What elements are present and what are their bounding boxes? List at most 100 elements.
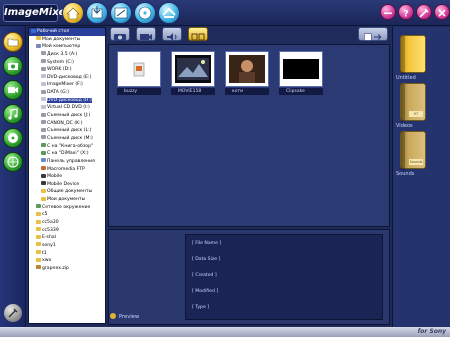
tools-button[interactable] bbox=[416, 4, 432, 20]
tree-item-label: DVD-дисковод (E:) bbox=[47, 74, 92, 80]
music-mode-button[interactable] bbox=[3, 104, 23, 124]
camera-mode-button[interactable] bbox=[3, 56, 23, 76]
zip-icon bbox=[36, 265, 41, 270]
album-untitled[interactable] bbox=[400, 35, 426, 74]
settings-button[interactable] bbox=[4, 304, 22, 322]
tree-item-label: cc5a30 bbox=[42, 220, 59, 226]
disc-icon bbox=[8, 133, 18, 143]
net-icon bbox=[41, 150, 46, 155]
web-icon bbox=[7, 156, 19, 168]
minimize-button[interactable] bbox=[380, 4, 396, 20]
sound-filter-button[interactable] bbox=[162, 27, 182, 41]
tree-item[interactable]: c5 bbox=[29, 211, 105, 219]
preview-icon bbox=[110, 313, 116, 319]
tree-item[interactable]: Mobile bbox=[29, 173, 105, 181]
close-button[interactable] bbox=[434, 4, 450, 20]
thumbnail-item[interactable]: MOVIE158 bbox=[171, 51, 215, 95]
video-filter-button[interactable] bbox=[136, 27, 156, 41]
tree-item[interactable]: Virtual CD DVD (I:) bbox=[29, 104, 105, 112]
thumbnail-grid: buzzy MOVIE158 коти Clipsake bbox=[108, 44, 390, 227]
tree-item[interactable]: grapnex.zip bbox=[29, 265, 105, 273]
tree-item[interactable]: DVD-дисковод (E:) bbox=[29, 74, 105, 82]
folder-tree[interactable]: Рабочий стол Мои документы Мой компьютер Ди… bbox=[28, 27, 106, 324]
thumbnail-item[interactable]: buzzy bbox=[117, 51, 161, 95]
tree-item[interactable]: DATA (G:) bbox=[29, 89, 105, 97]
video-frame-image bbox=[175, 55, 211, 83]
video-mode-button[interactable] bbox=[3, 80, 23, 100]
tree-item[interactable]: sony1 bbox=[29, 242, 105, 250]
computer-icon bbox=[36, 43, 41, 48]
drive-icon bbox=[41, 59, 46, 64]
photo-filter-button[interactable] bbox=[110, 27, 130, 41]
drive-icon bbox=[41, 127, 46, 132]
tree-item[interactable]: Рабочий стол bbox=[29, 28, 105, 36]
thumbnail-item[interactable]: коти bbox=[225, 51, 269, 95]
desktop-icon bbox=[31, 28, 36, 33]
tree-item[interactable]: cc5a30 bbox=[29, 219, 105, 227]
tree-item[interactable]: ImageMixer (F:) bbox=[29, 81, 105, 89]
tree-item[interactable]: t1 bbox=[29, 250, 105, 258]
music-icon bbox=[8, 108, 18, 120]
thumbnail-item[interactable]: Clipsake bbox=[279, 51, 323, 95]
disc-button[interactable] bbox=[134, 2, 156, 24]
tree-item[interactable]: Общие документы bbox=[29, 188, 105, 196]
tree-item[interactable]: Съемный диск (M:) bbox=[29, 135, 105, 143]
thumbnail-caption: buzzy bbox=[117, 88, 161, 95]
thumbnail-frame bbox=[279, 51, 323, 87]
tree-item-label: Сетевое окружение bbox=[42, 204, 91, 210]
speaker-icon bbox=[167, 33, 177, 41]
web-mode-button[interactable] bbox=[3, 152, 23, 172]
tree-item-label: Мои документы bbox=[47, 197, 86, 203]
tree-item[interactable]: xwo bbox=[29, 257, 105, 265]
tree-item[interactable]: С на "Книга-обзор" bbox=[29, 143, 105, 151]
tree-item-label: sony1 bbox=[42, 242, 56, 248]
album-videos[interactable]: 97 bbox=[400, 83, 426, 122]
folder-icon bbox=[36, 250, 41, 255]
tree-item[interactable]: Диск 3.5 (A:) bbox=[29, 51, 105, 59]
tree-item-label: Мой компьютер bbox=[42, 44, 81, 50]
send-to-album-button[interactable] bbox=[358, 27, 388, 41]
album-label: Untitled bbox=[396, 75, 416, 81]
tree-item[interactable]: WORK (D:) bbox=[29, 66, 105, 74]
edit-button[interactable] bbox=[110, 2, 132, 24]
drive-icon bbox=[41, 112, 46, 117]
disc-mode-button[interactable] bbox=[3, 128, 23, 148]
folder-icon bbox=[7, 38, 19, 47]
tree-item[interactable]: С на "DiMaxi" (X:) bbox=[29, 150, 105, 158]
tree-item[interactable]: CANON_DC (K:) bbox=[29, 120, 105, 128]
tree-item[interactable]: Мой компьютер bbox=[29, 43, 105, 51]
album-tag: 97 bbox=[409, 111, 423, 117]
video-icon bbox=[8, 87, 18, 93]
import-button[interactable] bbox=[86, 2, 108, 24]
all-filter-button[interactable] bbox=[188, 27, 208, 41]
cd-icon bbox=[41, 74, 46, 79]
tree-item[interactable]: DVD-дисковод (H:) bbox=[29, 97, 105, 105]
tree-item-label: cc5339 bbox=[42, 227, 59, 233]
tree-item[interactable]: Сетевое окружение bbox=[29, 204, 105, 212]
app-logo: ImageMixer bbox=[3, 4, 70, 22]
view-toolbar bbox=[108, 27, 390, 43]
drive-icon bbox=[41, 66, 46, 71]
tree-item[interactable]: System (C:) bbox=[29, 59, 105, 67]
folder-mode-button[interactable] bbox=[3, 32, 23, 52]
preview-toggle[interactable]: Preview bbox=[110, 313, 139, 320]
tree-item-label: Мои документы bbox=[42, 36, 81, 42]
drive-icon bbox=[41, 51, 46, 56]
drive-icon bbox=[41, 135, 46, 140]
tree-item[interactable]: Mobile Device bbox=[29, 181, 105, 189]
tree-item[interactable]: Панель управления bbox=[29, 158, 105, 166]
export-button[interactable] bbox=[158, 2, 180, 24]
home-button[interactable] bbox=[62, 2, 84, 24]
tree-item-label: Панель управления bbox=[47, 158, 95, 164]
help-button[interactable]: ? bbox=[398, 4, 414, 20]
svg-text:?: ? bbox=[403, 10, 408, 20]
tree-item[interactable]: cc5339 bbox=[29, 227, 105, 235]
tree-item[interactable]: Мои документы bbox=[29, 36, 105, 44]
tree-item-label: Virtual CD DVD (I:) bbox=[47, 105, 90, 111]
tree-item[interactable]: Съемный диск (J:) bbox=[29, 112, 105, 120]
tree-item[interactable]: Мои документы bbox=[29, 196, 105, 204]
tree-item[interactable]: Съемный диск (L:) bbox=[29, 127, 105, 135]
tree-item[interactable]: E-shal bbox=[29, 234, 105, 242]
tree-item[interactable]: Macromedia FTP bbox=[29, 166, 105, 174]
album-sounds[interactable]: Sounds bbox=[400, 131, 426, 170]
